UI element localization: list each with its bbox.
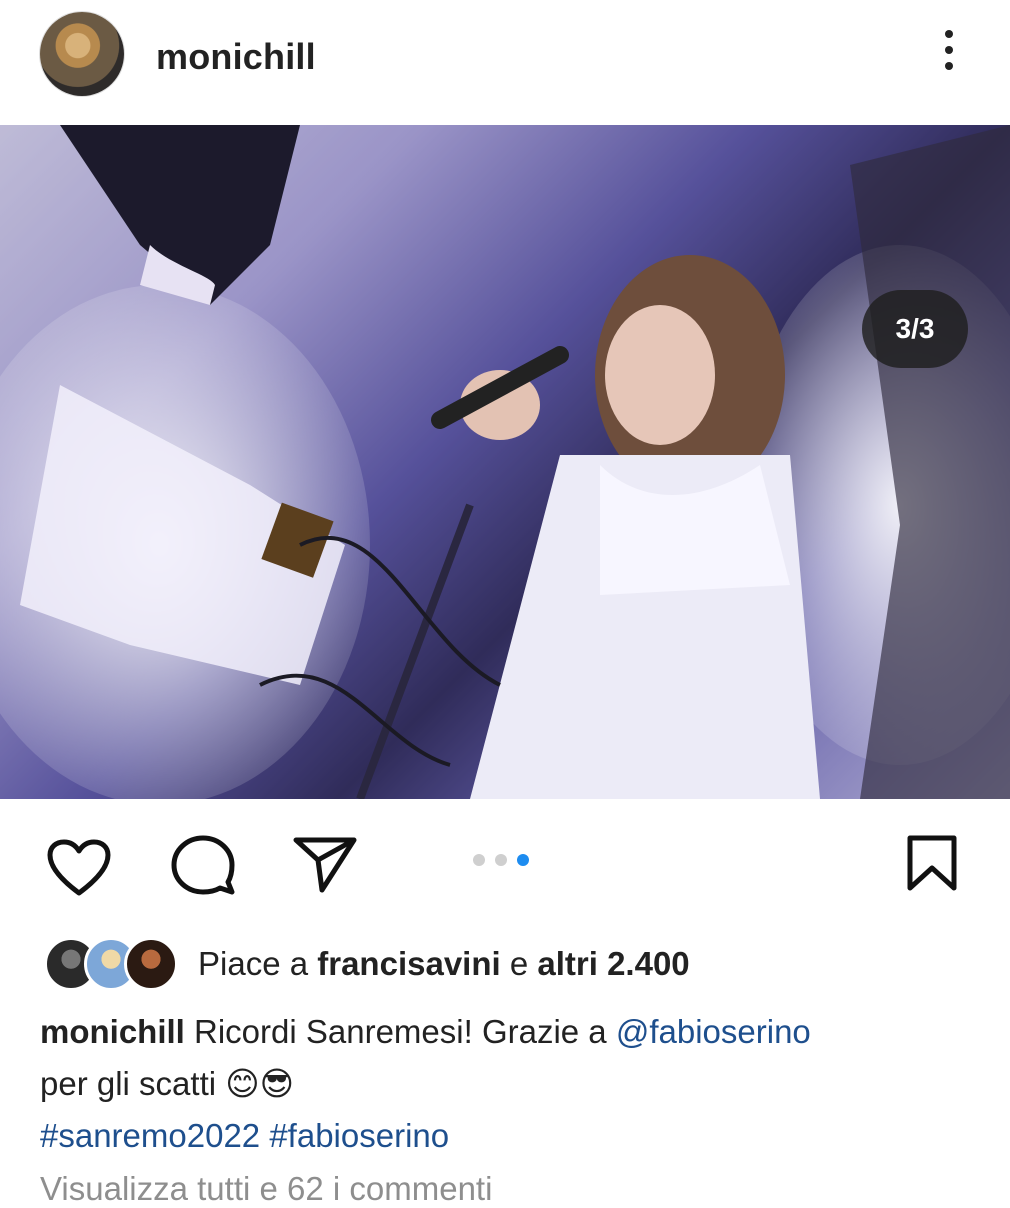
caption-mention[interactable]: @fabioserino [616,1013,811,1050]
bookmark-icon[interactable] [904,832,960,899]
carousel-dot-active [517,854,529,866]
caption-emoji: 😊😎 [225,1065,295,1102]
likes-text: Piace a francisavini e altri 2.400 [198,945,690,983]
carousel-dot [495,854,507,866]
caption-username[interactable]: monichill [40,1013,185,1050]
likes-others[interactable]: altri 2.400 [537,945,689,982]
hashtag-link[interactable]: #fabioserino [269,1117,449,1154]
caption-text-2: per gli scatti [40,1065,217,1102]
comment-icon[interactable] [170,834,236,901]
liker-avatar [124,937,178,991]
likes-user[interactable]: francisavini [317,945,500,982]
heart-icon[interactable] [46,838,112,903]
post-photo[interactable]: 3/3 [0,125,1010,799]
caption-text: Ricordi Sanremesi! Grazie a [194,1013,607,1050]
hashtag-link[interactable]: #sanremo2022 [40,1117,260,1154]
likes-row[interactable]: Piace a francisavini e altri 2.400 [44,936,690,992]
carousel-indicator [473,854,529,868]
carousel-dot [473,854,485,866]
view-comments-link[interactable]: Visualizza tutti e 62 i commenti [40,1170,492,1208]
image-counter-badge: 3/3 [862,290,968,368]
more-options-icon[interactable] [934,30,964,80]
post-username[interactable]: monichill [156,36,316,78]
likes-prefix: Piace a [198,945,309,982]
profile-avatar[interactable] [40,12,124,96]
share-icon[interactable] [292,834,358,899]
post-header: monichill [0,0,1010,125]
likes-joiner: e [509,945,529,982]
post-caption: monichill Ricordi Sanremesi! Grazie a @f… [40,1006,980,1162]
